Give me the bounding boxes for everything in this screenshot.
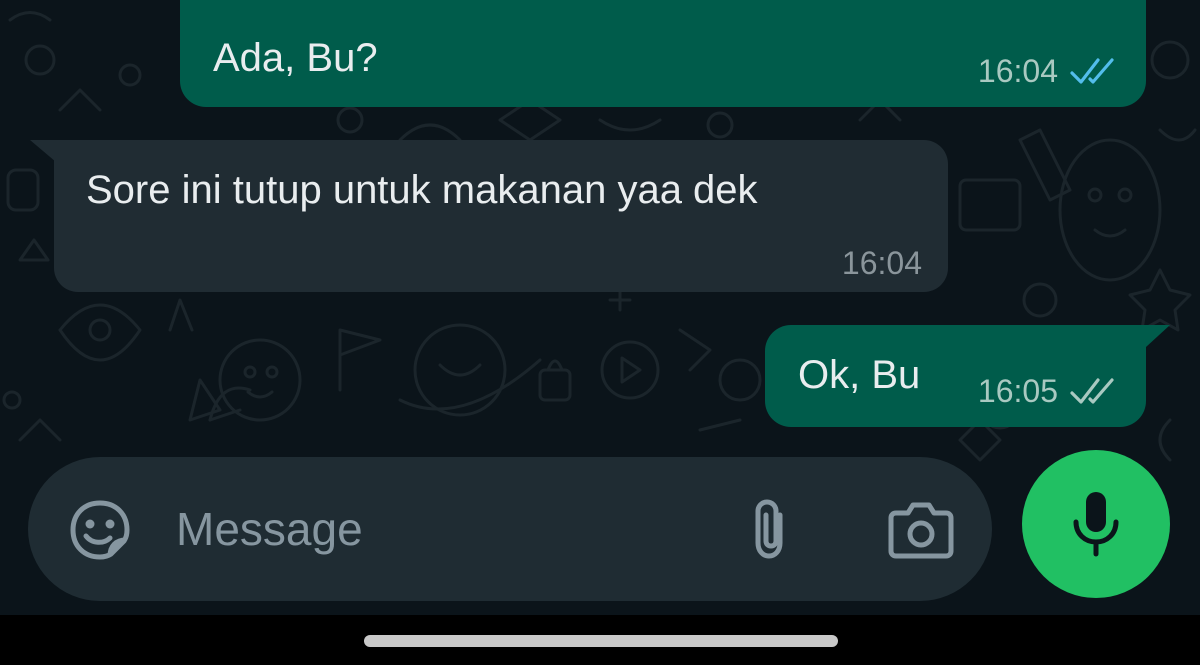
message-bubble-outgoing[interactable]: Ok, Bu 16:05 (765, 325, 1146, 427)
home-indicator[interactable] (364, 635, 838, 647)
message-composer (28, 457, 992, 601)
message-input[interactable] (176, 501, 716, 557)
message-text: Sore ini tutup untuk makanan yaa dek (86, 168, 758, 212)
system-navigation-bar (0, 615, 1200, 665)
sticker-icon[interactable] (68, 498, 132, 562)
microphone-icon (1073, 492, 1119, 557)
chat-area[interactable]: Ada, Bu? 16:04 Sore ini tutup untuk maka… (0, 0, 1200, 615)
camera-icon[interactable] (888, 499, 954, 559)
double-check-icon (1070, 58, 1114, 84)
paperclip-icon[interactable] (746, 497, 794, 561)
message-time: 16:04 (841, 245, 922, 281)
message-time: 16:05 (977, 373, 1058, 409)
message-text: Ada, Bu? (213, 36, 378, 80)
message-meta: 16:05 (978, 375, 1118, 407)
message-meta: 16:04 (842, 247, 922, 279)
message-meta: 16:04 (978, 55, 1118, 87)
microphone-button[interactable] (1022, 450, 1170, 598)
double-check-icon (1070, 378, 1114, 404)
message-bubble-outgoing[interactable]: Ada, Bu? 16:04 (180, 0, 1146, 107)
message-bubble-incoming[interactable]: Sore ini tutup untuk makanan yaa dek 16:… (54, 140, 948, 292)
bubble-tail (1146, 325, 1170, 347)
message-time: 16:04 (977, 53, 1058, 89)
message-text: Ok, Bu (798, 353, 921, 397)
bubble-tail (30, 140, 56, 162)
